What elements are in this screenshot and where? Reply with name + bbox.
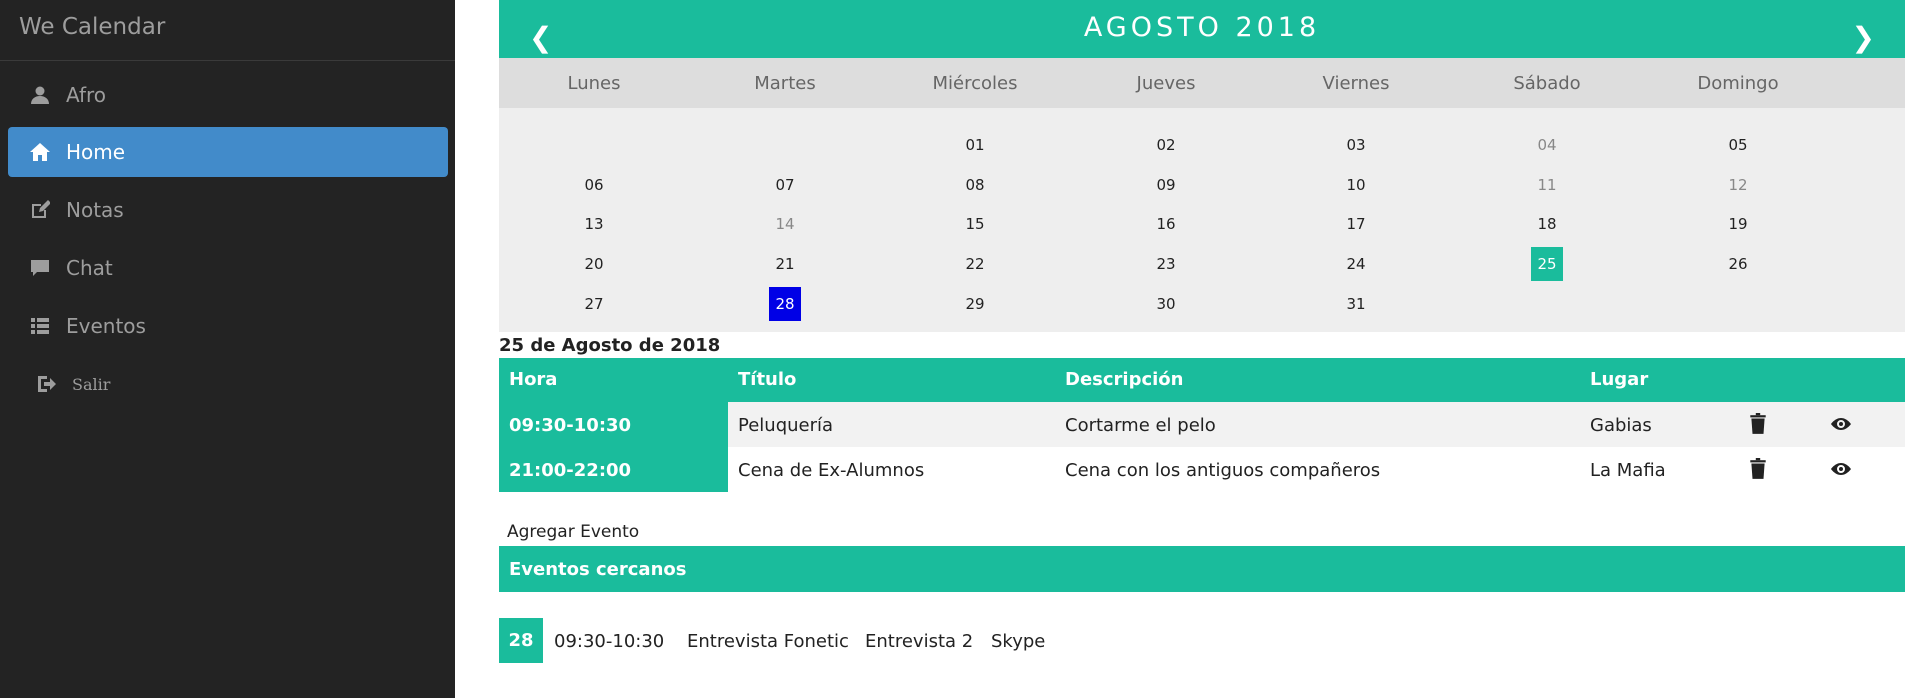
- calendar-day[interactable]: 17: [1340, 207, 1372, 241]
- event-location: La Mafia: [1590, 460, 1666, 481]
- event-time: 09:30-10:30: [499, 402, 728, 447]
- calendar-day[interactable]: 01: [959, 128, 991, 162]
- table-row: 21:00-22:00 Cena de Ex-Alumnos Cena con …: [499, 447, 1905, 492]
- sidebar-item-notas[interactable]: Notas: [8, 185, 448, 235]
- sidebar-item-label: Salir: [72, 374, 111, 394]
- nearby-events-heading: Eventos cercanos: [499, 546, 1905, 592]
- calendar-day[interactable]: 04: [1531, 128, 1563, 162]
- calendar-day[interactable]: 08: [959, 168, 991, 202]
- calendar-day[interactable]: 19: [1722, 207, 1754, 241]
- home-icon: [28, 140, 52, 164]
- sidebar-item-afro[interactable]: Afro: [8, 70, 448, 120]
- table-header: Hora Título Descripción Lugar: [499, 358, 1905, 402]
- sidebar-item-home[interactable]: Home: [8, 127, 448, 177]
- calendar-day[interactable]: 29: [959, 287, 991, 321]
- weekday-label: Jueves: [1136, 73, 1196, 94]
- sidebar-item-label: Afro: [66, 83, 107, 107]
- calendar-day[interactable]: 31: [1340, 287, 1372, 321]
- nearby-event-title: Entrevista Fonetic: [687, 631, 849, 652]
- eye-icon[interactable]: [1830, 413, 1854, 437]
- nearby-event-location: Skype: [991, 631, 1046, 652]
- nearby-event-description: Entrevista 2: [865, 631, 974, 652]
- weekday-label: Viernes: [1322, 73, 1390, 94]
- calendar-day[interactable]: 28: [769, 287, 801, 321]
- calendar-day[interactable]: 07: [769, 168, 801, 202]
- calendar-day[interactable]: 24: [1340, 247, 1372, 281]
- calendar-day[interactable]: 27: [578, 287, 610, 321]
- calendar-day[interactable]: 13: [578, 207, 610, 241]
- sidebar-item-salir[interactable]: Salir: [8, 359, 448, 409]
- calendar-day[interactable]: 20: [578, 247, 610, 281]
- calendar-day[interactable]: 02: [1150, 128, 1182, 162]
- sidebar-item-eventos[interactable]: Eventos: [8, 301, 448, 351]
- calendar-day[interactable]: 23: [1150, 247, 1182, 281]
- comment-icon: [28, 256, 52, 280]
- calendar-day[interactable]: 11: [1531, 168, 1563, 202]
- sidebar-item-chat[interactable]: Chat: [8, 243, 448, 293]
- list-icon: [28, 314, 52, 338]
- event-description: Cena con los antiguos compañeros: [1065, 460, 1381, 481]
- add-event-link[interactable]: Agregar Evento: [507, 522, 639, 542]
- calendar-day[interactable]: 22: [959, 247, 991, 281]
- event-time: 21:00-22:00: [499, 447, 728, 492]
- nearby-event-time: 09:30-10:30: [554, 631, 665, 652]
- calendar-day[interactable]: 14: [769, 207, 801, 241]
- edit-icon: [28, 198, 52, 222]
- calendar-day[interactable]: 05: [1722, 128, 1754, 162]
- calendar-day[interactable]: 09: [1150, 168, 1182, 202]
- calendar-day[interactable]: 21: [769, 247, 801, 281]
- calendar-day[interactable]: 03: [1340, 128, 1372, 162]
- column-header-lugar: Lugar: [1590, 369, 1649, 390]
- logout-icon: [34, 372, 58, 396]
- table-row: 09:30-10:30 Peluquería Cortarme el pelo …: [499, 402, 1905, 447]
- sidebar-item-label: Eventos: [66, 314, 146, 338]
- trash-icon[interactable]: [1747, 458, 1771, 482]
- selected-date-heading: 25 de Agosto de 2018: [499, 335, 721, 356]
- calendar-day[interactable]: 18: [1531, 207, 1563, 241]
- sidebar: We Calendar Afro Home Notas Chat Eventos: [0, 0, 455, 698]
- events-table: Hora Título Descripción Lugar 09:30-10:3…: [499, 358, 1905, 492]
- column-header-descripcion: Descripción: [1065, 369, 1184, 390]
- nearby-event-day: 28: [499, 618, 543, 663]
- app-title[interactable]: We Calendar: [0, 0, 455, 61]
- main-content: ❮ AGOSTO 2018 ❯ Lunes Martes Miércoles Juev…: [499, 0, 1905, 663]
- event-title: Cena de Ex-Alumnos: [738, 460, 925, 481]
- eye-icon[interactable]: [1830, 458, 1854, 482]
- calendar-day[interactable]: 25: [1531, 247, 1563, 281]
- trash-icon[interactable]: [1747, 413, 1771, 437]
- calendar-day[interactable]: 30: [1150, 287, 1182, 321]
- weekday-header: Lunes Martes Miércoles Jueves Viernes Sábado D…: [499, 58, 1905, 108]
- event-title: Peluquería: [738, 415, 834, 436]
- event-description: Cortarme el pelo: [1065, 415, 1216, 436]
- sidebar-item-label: Notas: [66, 198, 124, 222]
- month-title: AGOSTO 2018: [1083, 12, 1321, 43]
- column-header-titulo: Título: [738, 369, 797, 390]
- user-icon: [28, 83, 52, 107]
- calendar-day[interactable]: 06: [578, 168, 610, 202]
- weekday-label: Martes: [754, 73, 816, 94]
- weekday-label: Miércoles: [932, 73, 1018, 94]
- calendar-header: ❮ AGOSTO 2018 ❯: [499, 0, 1905, 58]
- next-month-button[interactable]: ❯: [1852, 24, 1875, 52]
- sidebar-item-label: Chat: [66, 256, 113, 280]
- event-location: Gabias: [1590, 415, 1652, 436]
- calendar-day[interactable]: 12: [1722, 168, 1754, 202]
- weekday-label: Sábado: [1513, 73, 1581, 94]
- weekday-label: Domingo: [1697, 73, 1779, 94]
- calendar-day[interactable]: 26: [1722, 247, 1754, 281]
- calendar-day[interactable]: 10: [1340, 168, 1372, 202]
- weekday-label: Lunes: [567, 73, 621, 94]
- calendar-days-grid: 01 02 03 04 05 06 07 08 09 10 11 12 13 14 15 16 17 18 19 20…: [499, 108, 1905, 332]
- sidebar-item-label: Home: [66, 140, 126, 164]
- calendar-day[interactable]: 16: [1150, 207, 1182, 241]
- column-header-hora: Hora: [509, 369, 558, 390]
- calendar-day[interactable]: 15: [959, 207, 991, 241]
